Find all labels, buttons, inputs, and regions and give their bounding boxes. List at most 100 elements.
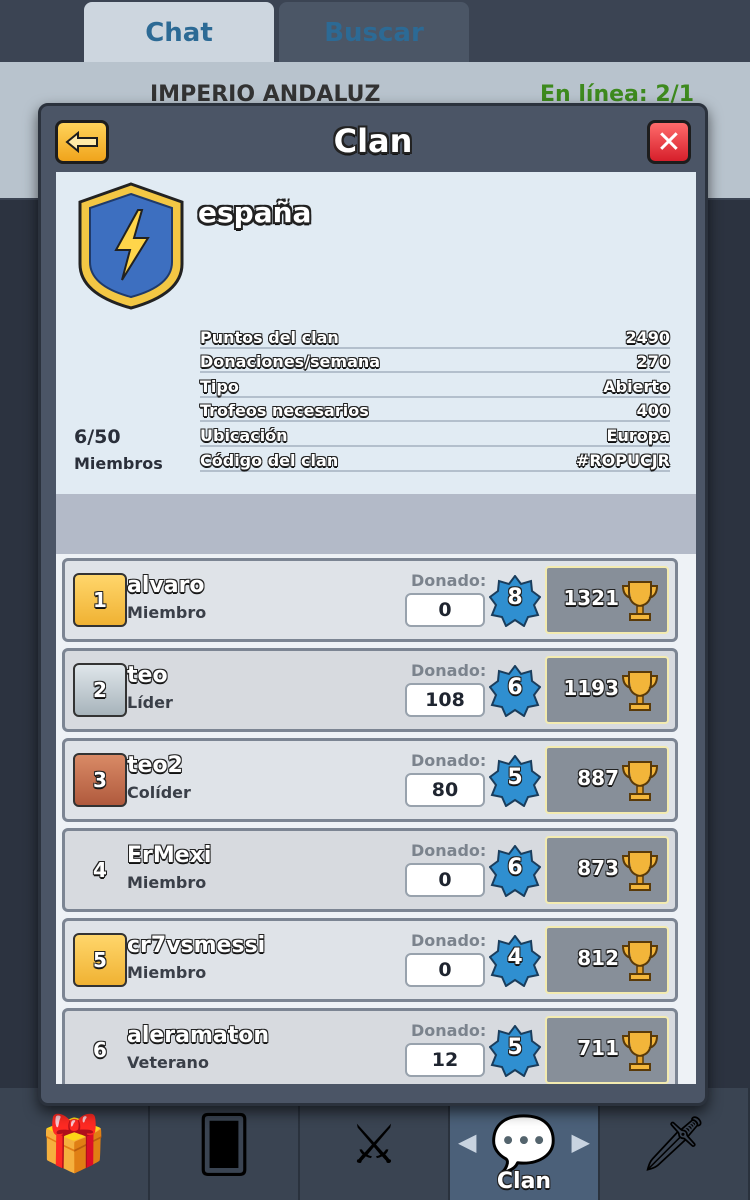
trophy-box: 812 bbox=[545, 926, 669, 994]
rank-badge: 2 bbox=[73, 663, 127, 717]
stat-row: Ubicación Europa bbox=[200, 422, 670, 447]
stat-value[interactable]: #ROPUCJR bbox=[576, 451, 670, 470]
stat-row: Donaciones/semana 270 bbox=[200, 349, 670, 374]
level-value: 5 bbox=[507, 765, 523, 790]
clan-stats: Puntos del clan 2490 Donaciones/semana 2… bbox=[200, 324, 670, 472]
tab-buscar[interactable]: Buscar bbox=[279, 2, 469, 64]
donated-value: 80 bbox=[405, 773, 485, 807]
member-role: Miembro bbox=[127, 873, 207, 892]
clan-info-panel: españa 6/50 Miembros Puntos del clan 249… bbox=[56, 172, 696, 494]
tab-chat[interactable]: Chat bbox=[84, 2, 274, 64]
stat-row: Puntos del clan 2490 bbox=[200, 324, 670, 349]
chest-icon: 🎁 bbox=[40, 1112, 108, 1175]
member-role: Colíder bbox=[127, 783, 191, 802]
donated-value: 0 bbox=[405, 953, 485, 987]
level-value: 5 bbox=[507, 1035, 523, 1060]
clan-chat-icon: 💬 bbox=[490, 1112, 558, 1175]
member-name: teo2 bbox=[127, 753, 183, 778]
member-name: cr7vsmessi bbox=[127, 933, 266, 958]
stat-row: Trofeos necesarios 400 bbox=[200, 398, 670, 423]
stat-label: Código del clan bbox=[200, 450, 339, 470]
donated-value: 12 bbox=[405, 1043, 485, 1077]
stat-row: Tipo Abierto bbox=[200, 373, 670, 398]
stat-label: Puntos del clan bbox=[200, 327, 339, 347]
member-count: 6/50 bbox=[74, 426, 121, 448]
member-row[interactable]: 6 aleramaton Veterano Donado: 12 5 711 bbox=[62, 1008, 678, 1084]
close-icon: ✕ bbox=[656, 124, 682, 160]
trophy-box: 1193 bbox=[545, 656, 669, 724]
level-value: 4 bbox=[507, 945, 523, 970]
trophy-icon bbox=[621, 581, 659, 621]
stat-value: 2490 bbox=[625, 327, 670, 347]
donated-label: Donado: bbox=[411, 841, 487, 860]
donated-label: Donado: bbox=[411, 571, 487, 590]
member-row[interactable]: 5 cr7vsmessi Miembro Donado: 0 4 812 bbox=[62, 918, 678, 1002]
donated-value: 0 bbox=[405, 863, 485, 897]
level-value: 6 bbox=[507, 675, 523, 700]
nav-left-arrow-icon[interactable]: ◀ bbox=[458, 1128, 476, 1156]
donated-label: Donado: bbox=[411, 751, 487, 770]
swords-icon: ⚔ bbox=[349, 1112, 399, 1176]
laurel-sword-icon: 🗡 bbox=[639, 1112, 709, 1175]
clan-name: españa bbox=[198, 196, 312, 229]
trophy-count: 887 bbox=[577, 766, 619, 790]
cards-icon: 🂠 bbox=[196, 1112, 252, 1176]
trophy-box: 1321 bbox=[545, 566, 669, 634]
nav-right-arrow-icon[interactable]: ▶ bbox=[572, 1128, 590, 1156]
members-label: Miembros bbox=[74, 454, 163, 473]
member-role: Miembro bbox=[127, 603, 207, 622]
member-role: Veterano bbox=[127, 1053, 209, 1072]
trophy-count: 1193 bbox=[563, 676, 619, 700]
stat-value: 400 bbox=[636, 401, 670, 421]
donated-label: Donado: bbox=[411, 661, 487, 680]
trophy-count: 812 bbox=[577, 946, 619, 970]
member-row[interactable]: 4 ErMexi Miembro Donado: 0 6 873 bbox=[62, 828, 678, 912]
donated-label: Donado: bbox=[411, 1021, 487, 1040]
level-star-icon: 6 bbox=[488, 664, 542, 718]
member-row[interactable]: 2 teo Líder Donado: 108 6 1193 bbox=[62, 648, 678, 732]
trophy-count: 1321 bbox=[563, 586, 619, 610]
stat-value: Europa bbox=[606, 425, 670, 445]
stat-value: 270 bbox=[636, 352, 670, 372]
rank-badge: 6 bbox=[93, 1038, 107, 1062]
member-row[interactable]: 3 teo2 Colíder Donado: 80 5 887 bbox=[62, 738, 678, 822]
trophy-count: 711 bbox=[577, 1036, 619, 1060]
stat-label: Donaciones/semana bbox=[200, 352, 381, 372]
rank-badge: 4 bbox=[93, 858, 107, 882]
trophy-icon bbox=[621, 851, 659, 891]
rank-badge: 5 bbox=[73, 933, 127, 987]
trophy-count: 873 bbox=[577, 856, 619, 880]
member-name: alvaro bbox=[127, 573, 205, 598]
level-star-icon: 6 bbox=[488, 844, 542, 898]
donated-value: 108 bbox=[405, 683, 485, 717]
member-name: teo bbox=[127, 663, 168, 688]
stat-label: Trofeos necesarios bbox=[200, 401, 369, 421]
stat-row: Código del clan #ROPUCJR bbox=[200, 447, 670, 472]
trophy-icon bbox=[621, 761, 659, 801]
level-star-icon: 5 bbox=[488, 754, 542, 808]
close-button[interactable]: ✕ bbox=[647, 120, 691, 164]
stat-label: Ubicación bbox=[200, 425, 288, 445]
stat-label: Tipo bbox=[200, 376, 239, 396]
member-name: ErMexi bbox=[127, 843, 212, 868]
trophy-icon bbox=[621, 671, 659, 711]
trophy-icon bbox=[621, 1031, 659, 1071]
rank-badge: 3 bbox=[73, 753, 127, 807]
divider-band bbox=[56, 494, 696, 554]
member-list[interactable]: 1 alvaro Miembro Donado: 0 8 1321 2 teo … bbox=[56, 554, 696, 1084]
trophy-box: 711 bbox=[545, 1016, 669, 1084]
member-role: Líder bbox=[127, 693, 173, 712]
trophy-box: 873 bbox=[545, 836, 669, 904]
stat-value: Abierto bbox=[603, 376, 670, 396]
nav-clan-label: Clan bbox=[496, 1169, 552, 1194]
clan-modal: Clan ✕ españa 6/50 Miembros Puntos del c… bbox=[38, 103, 708, 1106]
trophy-icon bbox=[621, 941, 659, 981]
level-star-icon: 5 bbox=[488, 1024, 542, 1078]
member-name: aleramaton bbox=[127, 1023, 270, 1048]
donated-label: Donado: bbox=[411, 931, 487, 950]
level-value: 8 bbox=[507, 585, 523, 610]
level-star-icon: 8 bbox=[488, 574, 542, 628]
modal-title: Clan bbox=[333, 122, 413, 160]
member-row[interactable]: 1 alvaro Miembro Donado: 0 8 1321 bbox=[62, 558, 678, 642]
donated-value: 0 bbox=[405, 593, 485, 627]
